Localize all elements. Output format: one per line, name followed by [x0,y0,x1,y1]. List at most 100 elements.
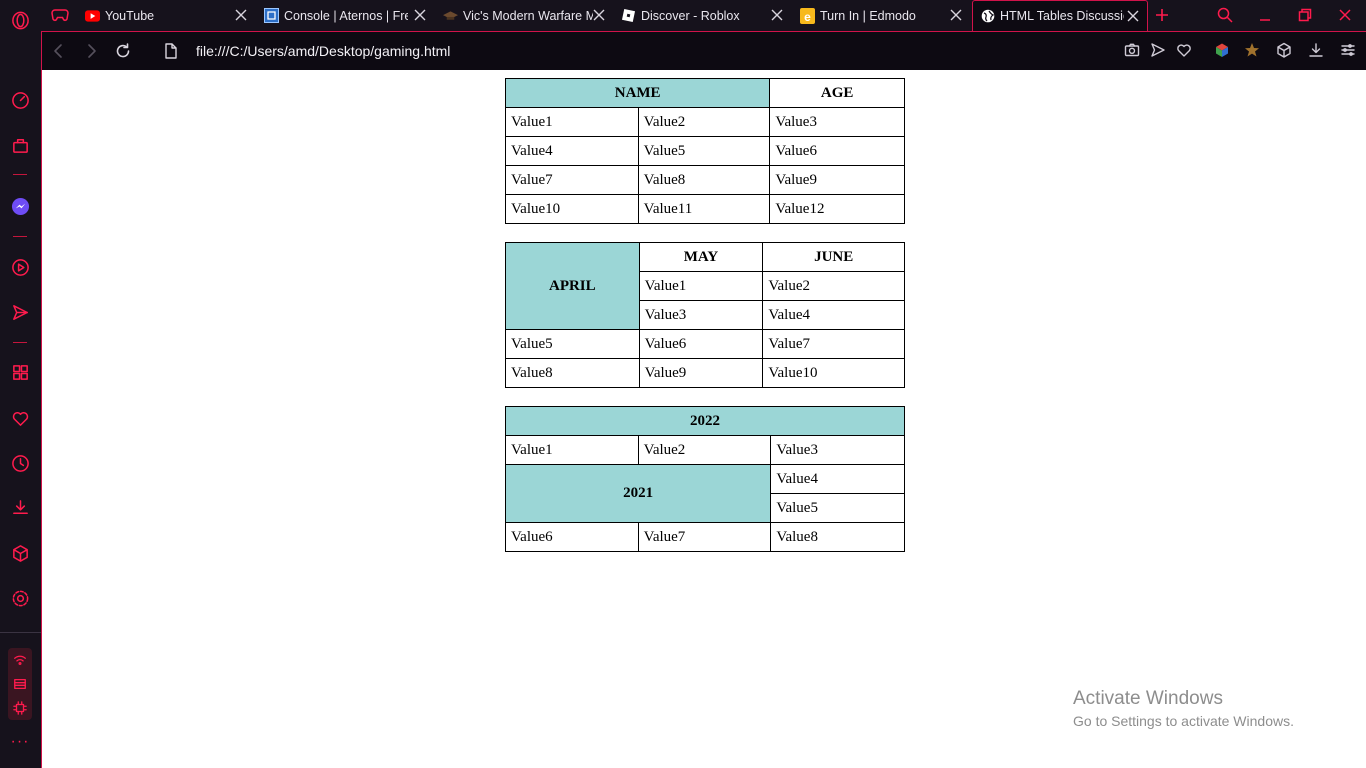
table-row: 2021 Value4 [504,464,905,523]
table-cell: Value6 [505,522,639,552]
tab-title: HTML Tables Discussion [1000,9,1124,23]
heart-icon[interactable] [1176,42,1192,58]
table-cell: Value8 [637,165,771,195]
close-icon[interactable] [950,9,962,21]
minimize-icon[interactable] [1256,6,1274,24]
gamepad-icon[interactable] [51,8,69,22]
download-icon[interactable] [8,495,32,519]
send-icon[interactable] [8,300,32,324]
close-icon[interactable] [1127,10,1139,22]
hat-icon [443,8,458,23]
table-header-row: NAME AGE [504,78,905,108]
messenger-icon[interactable] [8,194,32,218]
wifi-icon [12,652,28,668]
close-icon[interactable] [771,9,783,21]
camera-icon[interactable] [1124,42,1140,58]
table-cell: Value3 [770,435,905,465]
star-icon[interactable] [1244,42,1260,58]
cube-icon[interactable] [1276,42,1292,58]
table-cell: Value3 [638,300,764,330]
table-cell: Value7 [505,165,639,195]
send-icon[interactable] [1150,42,1166,58]
table-header-row: 2022 [505,406,905,436]
settings-icon[interactable] [8,586,32,610]
table-row: Value7 Value8 Value9 [505,165,905,195]
close-icon[interactable] [235,9,247,21]
table-row: Value6 Value7 Value8 [505,522,905,552]
tab-aternos[interactable]: Console | Aternos | Free [264,0,434,31]
cpu-icon [12,700,28,716]
window-close-icon[interactable] [1336,6,1354,24]
download-icon[interactable] [1308,42,1324,58]
restore-icon[interactable] [1296,6,1314,24]
table-cell: Value4 [770,464,905,494]
tab-title: Vic's Modern Warfare M [463,8,593,23]
new-tab-button[interactable] [1153,6,1171,24]
shopping-bag-icon[interactable] [8,133,32,157]
table-row: Value5 Value6 Value7 [505,329,905,359]
header-april: APRIL [505,242,640,330]
table-cell: Value3 [769,107,905,137]
youtube-icon [85,8,100,23]
svg-text:e: e [804,10,811,24]
globe-icon [980,9,995,24]
table-row: Value1 Value2 Value3 [505,107,905,137]
edmodo-icon: e [800,7,815,24]
table-cell: Value4 [505,136,639,166]
tab-edmodo[interactable]: e Turn In | Edmodo [800,0,970,31]
sidebar: ··· [0,0,41,768]
tab-modern-warfare[interactable]: Vic's Modern Warfare M [443,0,613,31]
table-cell: Value6 [769,136,905,166]
table-row: Value1 Value2 Value3 [505,435,905,465]
table-row: Value4 Value5 Value6 [505,136,905,166]
tab-youtube[interactable]: YouTube [85,0,255,31]
header-2021: 2021 [504,464,772,523]
address-bar: file:///C:/Users/amd/Desktop/gaming.html [41,31,1366,70]
header-age: AGE [769,78,905,108]
history-icon[interactable] [8,451,32,475]
close-icon[interactable] [414,9,426,21]
tab-title: Console | Aternos | Free [284,8,408,23]
table-cell: Value5 [770,493,905,523]
tab-title: Turn In | Edmodo [820,8,916,23]
header-name: NAME [504,78,771,108]
table-cell: Value2 [637,435,772,465]
heart-icon[interactable] [8,406,32,430]
file-icon [162,42,180,60]
url-field[interactable]: file:///C:/Users/amd/Desktop/gaming.html [196,42,450,60]
apps-icon[interactable] [8,360,32,384]
more-icon[interactable]: ··· [8,734,32,754]
speed-dial-icon[interactable] [8,88,32,112]
table-cell: Value9 [638,358,764,388]
tab-title: Discover - Roblox [641,8,740,23]
close-icon[interactable] [593,9,605,21]
extension-cube-icon[interactable] [1214,42,1230,58]
table-cell: Value8 [770,522,905,552]
cube-icon[interactable] [8,541,32,565]
table-cell: Value2 [762,271,905,301]
player-icon[interactable] [8,255,32,279]
table-row: Value10 Value11 Value12 [505,194,905,224]
forward-icon[interactable] [82,42,100,60]
tab-roblox[interactable]: Discover - Roblox [621,0,791,31]
table-cell: Value11 [637,194,771,224]
table-header-row: APRIL MAY JUNE [505,242,905,330]
watermark-title: Activate Windows [1073,688,1223,709]
sidebar-separator [13,174,27,175]
table-cell: Value4 [762,300,905,330]
opera-logo-icon[interactable] [8,8,32,32]
table-cell: Value10 [505,194,639,224]
table-cell: Value6 [638,329,764,359]
reload-icon[interactable] [114,42,132,60]
table-years: 2022 Value1 Value2 Value3 2021 Value4 Va… [504,406,905,552]
hardware-widget[interactable] [8,648,32,720]
table-cell: Value12 [769,194,905,224]
sidebar-separator [13,236,27,237]
easy-setup-icon[interactable] [1340,42,1356,58]
sidebar-separator [13,342,27,343]
sidebar-divider [0,632,41,633]
search-icon[interactable] [1216,6,1234,24]
table-cell: Value10 [762,358,905,388]
back-icon[interactable] [50,42,68,60]
tab-html-tables[interactable]: HTML Tables Discussion [972,0,1148,31]
